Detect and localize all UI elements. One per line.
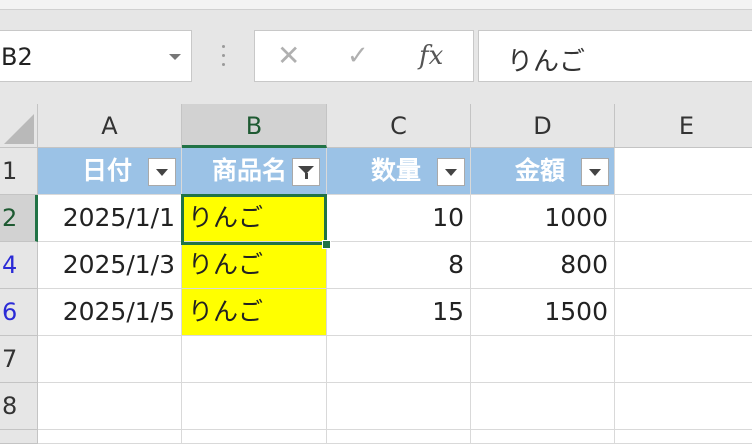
cell-amount[interactable]: 800 bbox=[471, 242, 615, 289]
filter-button-date[interactable] bbox=[148, 158, 176, 186]
header-cell-date[interactable]: 日付 bbox=[38, 148, 182, 195]
select-all-button[interactable] bbox=[0, 104, 38, 148]
row-header-7[interactable]: 7 bbox=[0, 336, 38, 383]
column-header-a[interactable]: A bbox=[38, 104, 182, 148]
cell-date[interactable]: 2025/1/1 bbox=[38, 195, 182, 242]
cell-amount[interactable]: 1000 bbox=[471, 195, 615, 242]
header-cell-qty[interactable]: 数量 bbox=[327, 148, 471, 195]
cell-empty[interactable] bbox=[327, 383, 471, 430]
column-header-e[interactable]: E bbox=[615, 104, 752, 148]
cell-empty[interactable] bbox=[182, 430, 327, 444]
cell-empty[interactable] bbox=[471, 336, 615, 383]
header-label-qty: 数量 bbox=[371, 156, 422, 185]
cell-product[interactable]: りんご bbox=[182, 242, 327, 289]
drag-handle-icon[interactable] bbox=[222, 45, 226, 71]
row-header-8[interactable]: 8 bbox=[0, 383, 38, 430]
cell-qty[interactable]: 8 bbox=[327, 242, 471, 289]
cell-empty[interactable] bbox=[615, 383, 752, 430]
cell-empty[interactable] bbox=[182, 383, 327, 430]
header-cell-amount[interactable]: 金額 bbox=[471, 148, 615, 195]
worksheet-grid[interactable]: A B C D E 1 2 4 6 7 8 日付 商品名 数量 金額 2025/… bbox=[0, 104, 752, 444]
formula-buttons: ✕ ✓ fx bbox=[254, 30, 474, 82]
column-header-c[interactable]: C bbox=[327, 104, 471, 148]
row-header-9[interactable] bbox=[0, 430, 38, 444]
row-header-4[interactable]: 4 bbox=[0, 242, 38, 289]
cell-date[interactable]: 2025/1/3 bbox=[38, 242, 182, 289]
cell-empty[interactable] bbox=[615, 242, 752, 289]
name-box-value[interactable]: B2 bbox=[1, 43, 33, 71]
cell-empty[interactable] bbox=[327, 430, 471, 444]
fill-handle[interactable] bbox=[322, 240, 331, 249]
filter-applied-button-product[interactable] bbox=[292, 158, 320, 186]
cancel-icon[interactable]: ✕ bbox=[277, 39, 300, 73]
cell-empty[interactable] bbox=[182, 336, 327, 383]
ribbon-bottom-edge bbox=[0, 0, 752, 10]
formula-input[interactable]: りんご bbox=[478, 30, 752, 82]
header-cell-product[interactable]: 商品名 bbox=[182, 148, 327, 195]
cell-empty[interactable] bbox=[615, 336, 752, 383]
chevron-down-icon[interactable] bbox=[169, 54, 181, 60]
cell-date[interactable]: 2025/1/5 bbox=[38, 289, 182, 336]
chevron-down-icon bbox=[445, 169, 457, 176]
formula-bar: B2 ✕ ✓ fx りんご bbox=[0, 10, 752, 94]
cell-empty[interactable] bbox=[38, 383, 182, 430]
cell-amount[interactable]: 1500 bbox=[471, 289, 615, 336]
chevron-down-icon bbox=[589, 169, 601, 176]
row-header-2[interactable]: 2 bbox=[0, 195, 38, 242]
header-label-amount: 金額 bbox=[515, 156, 566, 185]
formula-value[interactable]: りんご bbox=[507, 41, 585, 78]
funnel-stem bbox=[305, 173, 308, 179]
cell-empty[interactable] bbox=[471, 430, 615, 444]
cell-empty[interactable] bbox=[615, 289, 752, 336]
cell-qty[interactable]: 15 bbox=[327, 289, 471, 336]
column-header-b[interactable]: B bbox=[182, 104, 327, 148]
cell-empty[interactable] bbox=[615, 195, 752, 242]
cell-empty[interactable] bbox=[471, 383, 615, 430]
row-header-1[interactable]: 1 bbox=[0, 148, 38, 195]
cell-qty[interactable]: 10 bbox=[327, 195, 471, 242]
row-header-6[interactable]: 6 bbox=[0, 289, 38, 336]
insert-function-icon[interactable]: fx bbox=[419, 39, 443, 73]
column-header-d[interactable]: D bbox=[471, 104, 615, 148]
header-label-date: 日付 bbox=[82, 156, 133, 185]
filter-button-qty[interactable] bbox=[437, 158, 465, 186]
active-cell-border bbox=[181, 194, 327, 245]
filter-button-amount[interactable] bbox=[581, 158, 609, 186]
cell-product[interactable]: りんご bbox=[182, 289, 327, 336]
cell-empty[interactable] bbox=[38, 430, 182, 444]
select-all-icon bbox=[4, 114, 34, 144]
header-label-product: 商品名 bbox=[212, 156, 288, 185]
chevron-down-icon bbox=[156, 169, 168, 176]
cell-empty[interactable] bbox=[327, 336, 471, 383]
cell-empty[interactable] bbox=[615, 430, 752, 444]
name-box[interactable]: B2 bbox=[0, 30, 192, 82]
enter-icon[interactable]: ✓ bbox=[347, 39, 369, 73]
cell-e1[interactable] bbox=[615, 148, 752, 195]
cell-empty[interactable] bbox=[38, 336, 182, 383]
